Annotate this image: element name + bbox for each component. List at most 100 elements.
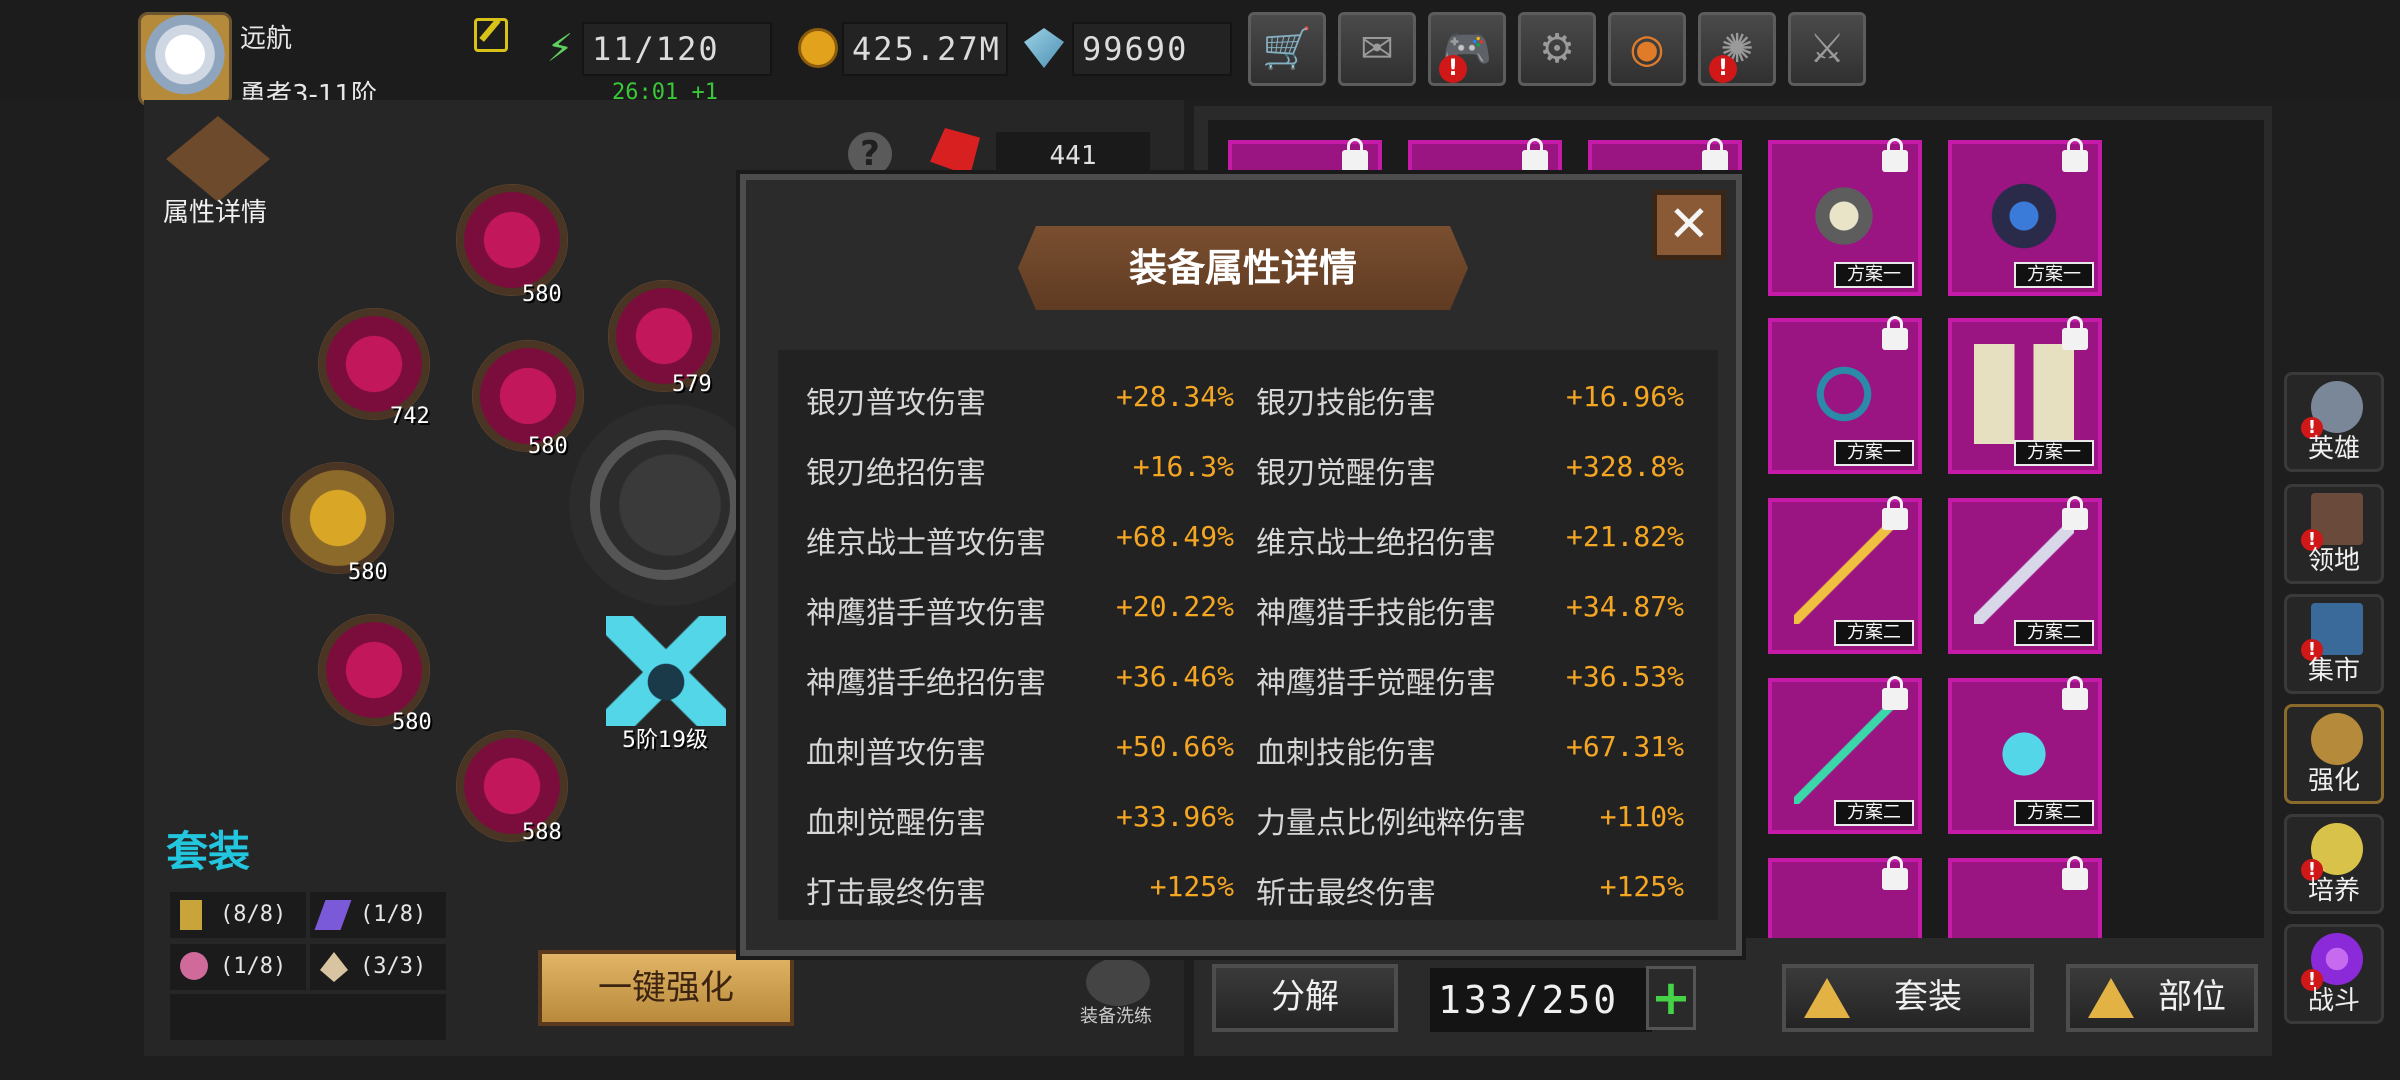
lock-icon xyxy=(1702,138,1728,172)
lock-icon xyxy=(1522,138,1548,172)
stat-name: 银刃技能伤害 xyxy=(1256,386,1436,421)
lock-icon xyxy=(2062,138,2088,172)
inventory-item[interactable] xyxy=(1948,856,2102,938)
triangle-icon xyxy=(2088,978,2134,1018)
lock-icon xyxy=(2062,676,2088,710)
inventory-item[interactable]: 方案一 xyxy=(1948,138,2102,296)
side-nav-battle[interactable]: ! 战斗 xyxy=(2284,924,2384,1024)
battle-settings-button[interactable]: ⚔ xyxy=(1788,12,1866,86)
inventory-item[interactable]: 方案一 xyxy=(1768,138,1922,296)
wings-level: 5阶19级 xyxy=(622,728,708,753)
energy-icon: ⚡ xyxy=(546,26,574,70)
stat-name: 神鹰猎手普攻伤害 xyxy=(806,596,1046,631)
games-button[interactable]: 🎮! xyxy=(1428,12,1506,86)
stat-value: +125% xyxy=(1599,870,1684,903)
slot-power: 580 xyxy=(348,560,388,585)
lock-icon xyxy=(1882,856,1908,890)
triangle-icon xyxy=(1804,978,1850,1018)
mail-button[interactable]: ✉ xyxy=(1338,12,1416,86)
inventory-item[interactable]: 方案一 xyxy=(1768,316,1922,474)
side-nav-heroes[interactable]: ! 英雄 xyxy=(2284,372,2384,472)
dragon-icon xyxy=(1974,166,2074,266)
expand-inventory-button[interactable]: + xyxy=(1646,966,1696,1030)
sort-by-set-button[interactable]: 套装 xyxy=(1782,964,2034,1032)
gold-counter: 425.27M xyxy=(842,22,1008,76)
help-icon[interactable]: ? xyxy=(848,132,892,176)
lock-icon xyxy=(2062,316,2088,350)
edit-name-icon[interactable] xyxy=(474,18,508,52)
sort-by-slot-button[interactable]: 部位 xyxy=(2066,964,2258,1032)
player-name: 远航 xyxy=(240,24,293,54)
stat-value: +125% xyxy=(1149,870,1234,903)
set-cell-empty xyxy=(170,994,446,1040)
side-nav-label: 培养 xyxy=(2307,876,2360,906)
set-cell[interactable]: (1/8) xyxy=(170,944,306,990)
alert-badge: ! xyxy=(1439,55,1467,83)
inventory-item[interactable] xyxy=(1768,856,1922,938)
set-progress: (1/8) xyxy=(220,954,287,979)
dagger-icon xyxy=(1974,524,2074,624)
plan-tag: 方案二 xyxy=(2014,620,2094,646)
stats-list: 银刃普攻伤害 +28.34% 银刃技能伤害 +16.96% 银刃绝招伤害 +16… xyxy=(778,350,1718,920)
blade-set-icon xyxy=(314,900,352,930)
equipment-slot[interactable] xyxy=(456,184,568,296)
color-wheel-icon: ◉ xyxy=(1629,26,1665,72)
alert-badge: ! xyxy=(1709,55,1737,83)
settings-button[interactable]: ⚙ xyxy=(1518,12,1596,86)
lock-icon xyxy=(1882,496,1908,530)
reforge-icon[interactable] xyxy=(1086,958,1150,1006)
decompose-button[interactable]: 分解 xyxy=(1212,964,1398,1032)
side-nav-enhance[interactable]: 强化 xyxy=(2284,704,2384,804)
shop-button[interactable]: 🛒 xyxy=(1248,12,1326,86)
side-nav-label: 英雄 xyxy=(2307,434,2360,464)
set-cell[interactable]: (3/3) xyxy=(310,944,446,990)
lock-icon xyxy=(1882,316,1908,350)
side-nav-cultivate[interactable]: ! 培养 xyxy=(2284,814,2384,914)
slot-power: 580 xyxy=(528,434,568,459)
inventory-item[interactable]: 方案二 xyxy=(1948,676,2102,834)
stat-value: +16.96% xyxy=(1565,380,1684,413)
shop-cart-icon: 🛒 xyxy=(1262,26,1312,72)
enhance-icon xyxy=(2311,713,2363,765)
inventory-item[interactable]: 方案二 xyxy=(1768,496,1922,654)
staff-icon xyxy=(1794,704,1894,804)
stat-name: 银刃觉醒伤害 xyxy=(1256,456,1436,491)
swords-icon: ⚔ xyxy=(1809,26,1845,72)
side-nav-market[interactable]: ! 集市 xyxy=(2284,594,2384,694)
energy-counter: 11/120 xyxy=(582,22,772,76)
lock-icon xyxy=(1882,676,1908,710)
lock-icon xyxy=(2062,856,2088,890)
axe-icon xyxy=(1794,166,1894,266)
emblem-ring xyxy=(590,430,740,580)
wings-icon[interactable] xyxy=(606,616,726,726)
reforge-label[interactable]: 装备洗练 xyxy=(1080,1002,1152,1028)
player-avatar[interactable] xyxy=(138,12,232,106)
attribute-details-label[interactable]: 属性详情 xyxy=(163,192,267,229)
set-cell[interactable]: (8/8) xyxy=(170,892,306,938)
close-button[interactable]: ✕ xyxy=(1652,190,1726,260)
color-button[interactable]: ◉ xyxy=(1608,12,1686,86)
set-cell[interactable]: (1/8) xyxy=(310,892,446,938)
inventory-item[interactable]: 方案二 xyxy=(1948,496,2102,654)
side-nav-territory[interactable]: ! 领地 xyxy=(2284,484,2384,584)
ruby-counter: 441 xyxy=(996,132,1150,180)
one-key-enhance-button[interactable]: 一键强化 xyxy=(538,950,794,1026)
bow-icon xyxy=(1794,524,1894,624)
side-nav-label: 强化 xyxy=(2307,766,2360,796)
lock-icon xyxy=(2062,496,2088,530)
side-nav-label: 战斗 xyxy=(2307,986,2360,1016)
plan-tag: 方案一 xyxy=(2014,262,2094,288)
stat-value: +67.31% xyxy=(1565,730,1684,763)
lock-icon xyxy=(1342,138,1368,172)
plan-tag: 方案一 xyxy=(1834,440,1914,466)
stat-name: 神鹰猎手绝招伤害 xyxy=(806,666,1046,701)
side-nav-label: 集市 xyxy=(2307,656,2360,686)
stat-name: 维京战士绝招伤害 xyxy=(1256,526,1496,561)
inventory-item[interactable]: 方案一 xyxy=(1948,316,2102,474)
inventory-item[interactable]: 方案二 xyxy=(1768,676,1922,834)
gem-counter: 99690 xyxy=(1072,22,1232,76)
events-button[interactable]: ✺! xyxy=(1698,12,1776,86)
equipment-slot[interactable] xyxy=(282,462,394,574)
plan-tag: 方案二 xyxy=(1834,800,1914,826)
stat-value: +20.22% xyxy=(1115,590,1234,623)
